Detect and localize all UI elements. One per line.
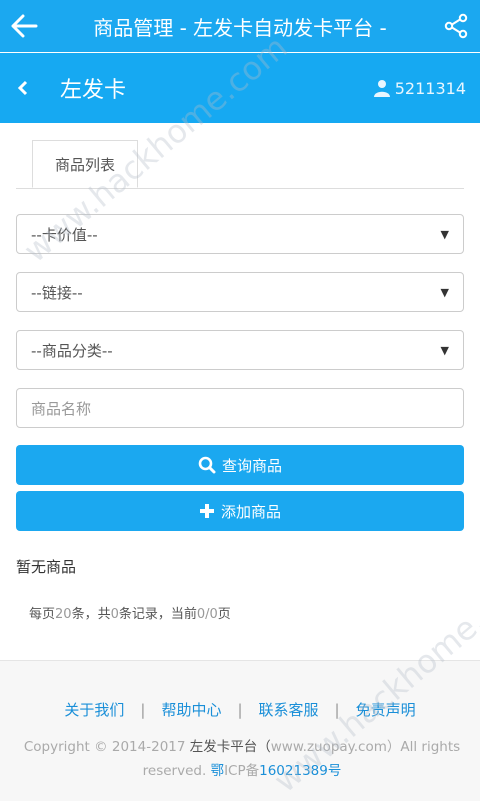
footer-link-about[interactable]: 关于我们 — [64, 699, 124, 720]
pager-text: 条记录，当前 — [118, 607, 197, 622]
pager-text: 条，共 — [71, 607, 111, 622]
pager-text: 页 — [217, 607, 231, 622]
back-button[interactable] — [0, 0, 48, 52]
product-name-input[interactable]: 商品名称 — [16, 388, 464, 428]
copyright-year: Copyright © 2014-2017 — [23, 739, 190, 755]
copyright-site: 左发卡平台（ — [189, 739, 271, 755]
per-page-count: 20 — [55, 607, 72, 622]
current-page: 0/0 — [196, 607, 218, 622]
user-icon — [373, 80, 390, 97]
footer-separator: | — [237, 700, 243, 719]
share-button[interactable] — [432, 0, 480, 52]
app-header: 商品管理 - 左发卡自动发卡平台 - — [0, 0, 480, 52]
site-brand[interactable]: 左发卡 — [60, 72, 126, 104]
site-footer: 关于我们 | 帮助中心 | 联系客服 | 免责声明 Copyright © 20… — [0, 660, 480, 801]
nav-back-button[interactable] — [0, 53, 46, 123]
caret-down-icon: ▼ — [440, 343, 449, 357]
arrow-left-icon — [11, 14, 38, 38]
chevron-left-icon — [17, 80, 28, 96]
total-count: 0 — [110, 607, 119, 622]
site-navbar: 左发卡 5211314 — [0, 53, 480, 123]
query-products-button[interactable]: 查询商品 — [16, 445, 464, 485]
card-value-select[interactable]: --卡价值-- ▼ — [16, 214, 464, 254]
add-product-button[interactable]: 添加商品 — [16, 491, 464, 531]
footer-link-help[interactable]: 帮助中心 — [161, 699, 221, 720]
tab-bar: 商品列表 — [16, 140, 464, 189]
plus-icon — [199, 504, 214, 518]
page-title: 商品管理 - 左发卡自动发卡平台 - — [93, 15, 387, 40]
add-product-label: 添加商品 — [220, 502, 281, 521]
user-account[interactable]: 5211314 — [373, 79, 466, 98]
product-name-placeholder: 商品名称 — [31, 399, 92, 418]
link-selected: --链接-- — [31, 283, 83, 302]
footer-link-disclaimer[interactable]: 免责声明 — [356, 699, 416, 720]
icp-prefix[interactable]: 鄂 — [211, 763, 225, 779]
caret-down-icon: ▼ — [440, 227, 449, 241]
footer-separator: | — [140, 700, 146, 719]
footer-link-contact[interactable]: 联系客服 — [259, 699, 319, 720]
query-products-label: 查询商品 — [221, 456, 282, 475]
icp-number[interactable]: 16021389号 — [259, 763, 341, 779]
pager-text: 每页 — [29, 607, 56, 622]
icp-label[interactable]: ICP备 — [224, 763, 259, 779]
caret-down-icon: ▼ — [440, 285, 449, 299]
category-select[interactable]: --商品分类-- ▼ — [16, 330, 464, 370]
share-icon — [444, 13, 468, 39]
pagination-info: 每页20条，共0条记录，当前0/0页 — [29, 603, 231, 622]
empty-message: 暂无商品 — [16, 558, 77, 576]
user-id: 5211314 — [394, 78, 466, 98]
footer-links: 关于我们 | 帮助中心 | 联系客服 | 免责声明 — [0, 699, 480, 720]
category-selected: --商品分类-- — [31, 341, 113, 360]
copyright-notice: Copyright © 2014-2017 左发卡平台（www.zuopay.c… — [16, 735, 468, 783]
search-icon — [198, 456, 216, 474]
card-value-selected: --卡价值-- — [31, 225, 98, 244]
link-select[interactable]: --链接-- ▼ — [16, 272, 464, 312]
tab-product-list[interactable]: 商品列表 — [32, 140, 138, 188]
footer-separator: | — [334, 700, 340, 719]
